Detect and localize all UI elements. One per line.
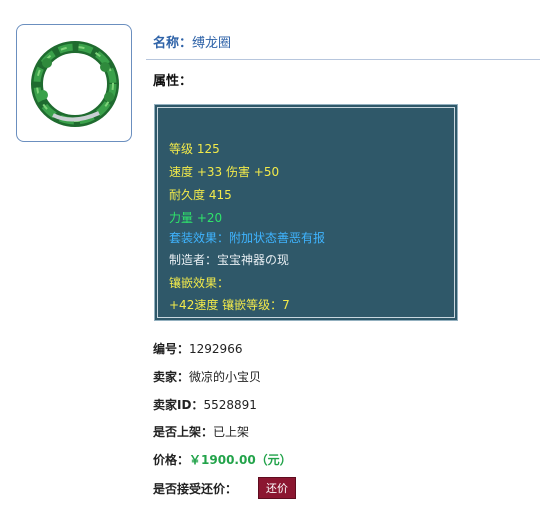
price-row: 价格：￥1900.00（元） [153, 451, 292, 468]
attributes-label: 属性： [153, 74, 193, 89]
stat-level: 等级 125 [169, 142, 220, 156]
stat-maker: 制造者：宝宝神器の现 [169, 253, 290, 267]
green-vine-ring-icon [31, 41, 119, 127]
listed-label: 是否上架： [153, 425, 214, 439]
id-label: 编号： [153, 342, 190, 356]
seller-label: 卖家： [153, 370, 190, 384]
divider [146, 59, 540, 60]
stat-inlay-value: +42速度 镶嵌等级：7 [169, 298, 290, 312]
seller-id-value: 5528891 [203, 398, 257, 412]
item-image [16, 24, 132, 142]
listed-value: 已上架 [213, 425, 250, 439]
stats-panel: 等级 125 速度 +33 伤害 +50 耐久度 415 力量 +20 套装效果… [154, 104, 458, 321]
listed-row: 是否上架：已上架 [153, 423, 249, 440]
counter-offer-row: 是否接受还价： [153, 480, 237, 497]
stat-inlay-label: 镶嵌效果： [169, 276, 230, 290]
seller-row: 卖家：微凉的小宝贝 [153, 368, 261, 385]
price-value: ￥1900.00（元） [189, 453, 292, 467]
counter-offer-label: 是否接受还价： [153, 482, 238, 496]
price-label: 价格： [153, 453, 190, 467]
stat-set-effect: 套装效果：附加状态善恶有报 [169, 231, 326, 245]
counter-offer-button[interactable]: 还价 [258, 477, 296, 499]
item-name: 名称：缚龙圈 [153, 32, 231, 51]
seller-id-row: 卖家ID：5528891 [153, 396, 257, 413]
stat-strength: 力量 +20 [169, 211, 223, 225]
stat-speed-damage: 速度 +33 伤害 +50 [169, 165, 280, 179]
seller-value: 微凉的小宝贝 [189, 370, 262, 384]
stat-durability: 耐久度 415 [169, 188, 232, 202]
item-id-row: 编号：1292966 [153, 340, 242, 357]
name-label: 名称： [153, 36, 193, 51]
id-value: 1292966 [189, 342, 243, 356]
name-value: 缚龙圈 [192, 36, 232, 51]
seller-id-label: 卖家ID： [153, 398, 204, 412]
